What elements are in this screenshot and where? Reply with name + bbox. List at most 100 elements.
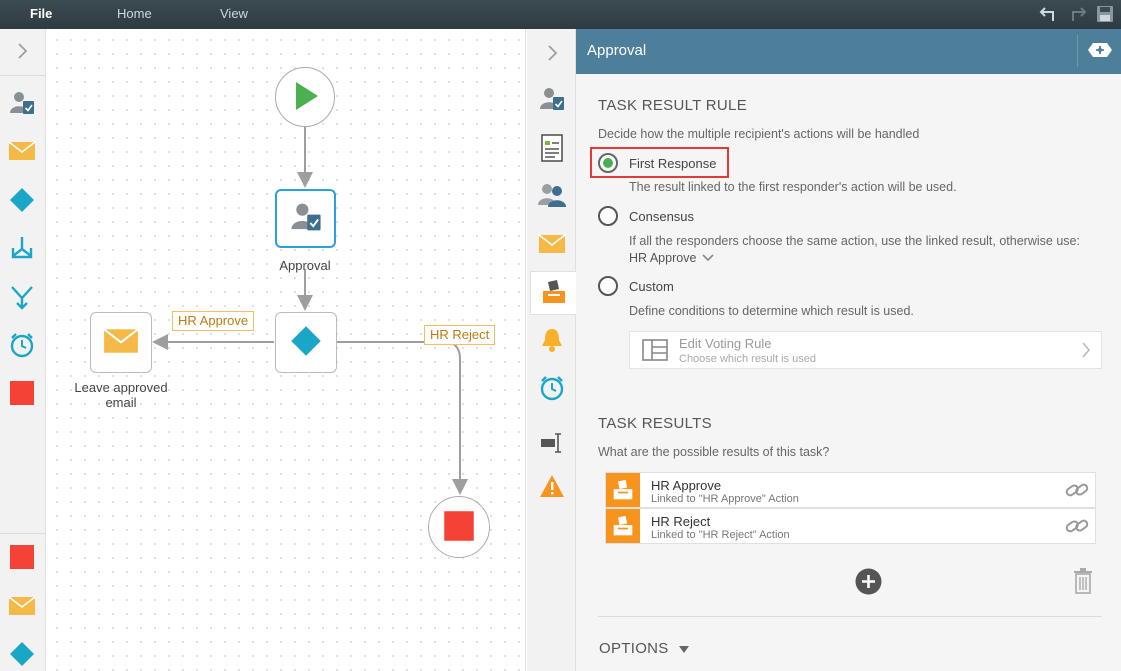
tab-recipients[interactable] xyxy=(535,179,569,213)
tag-options-icon xyxy=(1087,42,1113,61)
user-task-icon xyxy=(8,89,36,120)
consensus-description: If all the responders choose the same ac… xyxy=(629,234,1080,248)
email-node-label: Leave approved email xyxy=(74,380,168,410)
tab-task-general[interactable] xyxy=(535,83,569,117)
consensus-fallback-dropdown[interactable]: HR Approve xyxy=(629,250,714,265)
radio-button[interactable] xyxy=(598,206,618,226)
save-icon[interactable] xyxy=(1095,4,1115,24)
stop-icon xyxy=(9,380,35,409)
radio-custom[interactable]: Custom xyxy=(598,276,674,296)
user-task-icon xyxy=(538,85,566,116)
divider xyxy=(0,75,46,76)
plus-circle-icon xyxy=(855,568,882,595)
caret-down-icon xyxy=(678,641,689,656)
clock-icon xyxy=(539,375,565,404)
tool-split[interactable] xyxy=(7,234,37,264)
result-row[interactable]: HR Reject Linked to "HR Reject" Action xyxy=(605,508,1096,544)
decision-node[interactable] xyxy=(275,312,337,373)
tag-hr-approve[interactable]: HR Approve xyxy=(172,311,255,331)
link-icon[interactable] xyxy=(1065,516,1089,536)
collapse-panel-button[interactable] xyxy=(535,37,569,71)
radio-label: Consensus xyxy=(629,208,695,224)
divider xyxy=(0,533,46,534)
result-name: HR Reject xyxy=(651,514,711,529)
panel-header: Approval xyxy=(576,29,1121,74)
undo-icon[interactable] xyxy=(1039,4,1059,24)
options-label: OPTIONS xyxy=(599,640,669,657)
tool-merge[interactable] xyxy=(7,283,37,313)
workflow-canvas[interactable]: Approval Leave approved email HR Approve… xyxy=(46,29,526,671)
tool-end[interactable] xyxy=(7,379,37,409)
tab-notifications[interactable] xyxy=(535,228,569,262)
add-result-button[interactable] xyxy=(855,568,882,598)
tool-email[interactable] xyxy=(7,137,37,167)
menu-view[interactable]: View xyxy=(220,0,248,29)
chevron-down-icon xyxy=(702,250,714,265)
approval-node[interactable] xyxy=(275,189,336,248)
panel-title: Approval xyxy=(587,42,647,59)
options-toggle[interactable]: OPTIONS xyxy=(599,640,689,657)
result-row[interactable]: HR Approve Linked to "HR Approve" Action xyxy=(605,472,1096,508)
tool-decision-2[interactable] xyxy=(7,640,37,670)
approval-node-label: Approval xyxy=(279,258,331,273)
diamond-icon xyxy=(290,325,322,360)
form-document-icon xyxy=(540,133,564,165)
play-icon xyxy=(288,79,322,116)
merge-icon xyxy=(9,284,35,313)
warning-icon xyxy=(539,474,565,501)
tool-email-2[interactable] xyxy=(7,592,37,622)
panel-options-button[interactable] xyxy=(1077,35,1121,67)
result-name: HR Approve xyxy=(651,478,722,493)
ballot-box-icon xyxy=(541,279,567,308)
user-task-icon xyxy=(289,200,323,237)
ballot-box-icon xyxy=(606,509,640,543)
diamond-icon xyxy=(9,641,35,670)
chevron-right-icon xyxy=(545,44,559,65)
split-icon xyxy=(9,235,35,264)
tab-reminders[interactable] xyxy=(535,324,569,358)
radio-first-response[interactable]: First Response xyxy=(598,153,716,173)
delete-result-button[interactable] xyxy=(1073,568,1093,597)
email-node[interactable] xyxy=(90,312,152,373)
envelope-icon xyxy=(8,595,36,619)
first-response-description: The result linked to the first responder… xyxy=(629,180,957,194)
tab-errors[interactable] xyxy=(535,470,569,504)
stop-icon xyxy=(9,544,35,573)
task-result-rule-description: Decide how the multiple recipient's acti… xyxy=(598,127,920,141)
text-cursor-icon xyxy=(539,432,565,457)
task-results-description: What are the possible results of this ta… xyxy=(598,445,830,459)
layout-panel-icon xyxy=(642,339,668,364)
radio-button[interactable] xyxy=(598,276,618,296)
divider xyxy=(598,616,1102,617)
tab-form[interactable] xyxy=(535,132,569,166)
tool-end-2[interactable] xyxy=(7,543,37,573)
tab-labels[interactable] xyxy=(535,427,569,461)
start-node[interactable] xyxy=(275,67,335,127)
radio-consensus[interactable]: Consensus xyxy=(598,206,694,226)
bell-icon xyxy=(540,327,564,356)
radio-label: First Response xyxy=(629,155,717,171)
voting-rule-subtitle: Choose which result is used xyxy=(679,353,816,365)
menu-file[interactable]: File xyxy=(30,0,52,29)
chevron-right-icon xyxy=(1081,342,1091,361)
tool-timer[interactable] xyxy=(7,331,37,361)
edit-voting-rule-button[interactable]: Edit Voting Rule Choose which result is … xyxy=(629,331,1102,369)
tab-escalations[interactable] xyxy=(535,372,569,406)
redo-icon[interactable] xyxy=(1067,4,1087,24)
trash-icon xyxy=(1074,568,1092,594)
task-result-rule-heading: TASK RESULT RULE xyxy=(598,97,748,114)
users-icon xyxy=(537,182,567,211)
radio-button-selected[interactable] xyxy=(598,153,618,173)
expand-toolbox-button[interactable] xyxy=(7,37,37,67)
voting-rule-title: Edit Voting Rule xyxy=(679,336,772,351)
tool-user-task[interactable] xyxy=(7,89,37,119)
task-results-heading: TASK RESULTS xyxy=(598,415,712,432)
tab-task-results[interactable] xyxy=(530,271,576,315)
end-node[interactable] xyxy=(428,496,490,558)
link-icon[interactable] xyxy=(1065,480,1089,500)
property-tabs xyxy=(527,29,576,671)
menu-home[interactable]: Home xyxy=(117,0,152,29)
tag-hr-reject[interactable]: HR Reject xyxy=(424,325,496,345)
clock-icon xyxy=(9,332,35,361)
tool-decision[interactable] xyxy=(7,186,37,216)
